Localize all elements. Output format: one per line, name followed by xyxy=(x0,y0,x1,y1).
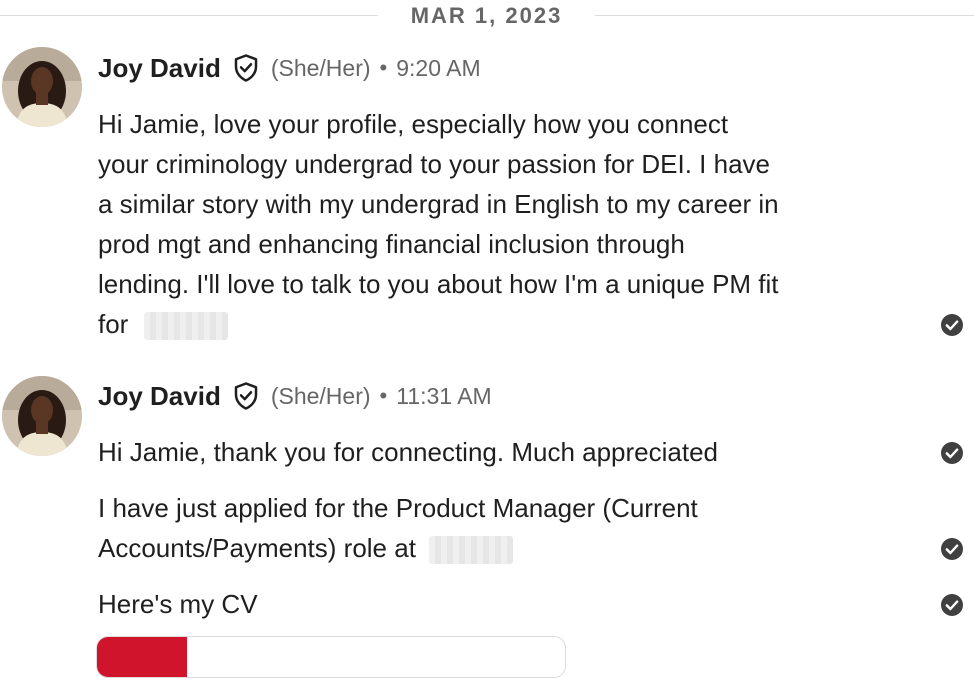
separator-dot: • xyxy=(379,383,388,408)
message-line: your criminology undergrad to your passi… xyxy=(98,149,771,179)
pdf-file-icon xyxy=(97,637,187,677)
date-divider: MAR 1, 2023 xyxy=(0,0,974,32)
message-line-text: for xyxy=(98,309,129,339)
shield-check-icon xyxy=(231,381,261,411)
message-text: Hi Jamie, love your profile, especially … xyxy=(98,104,878,344)
divider-line xyxy=(0,15,378,16)
message-line: prod mgt and enhancing financial inclusi… xyxy=(98,229,685,259)
avatar[interactable] xyxy=(2,376,82,456)
message-line: lending. I'll love to talk to you about … xyxy=(98,269,779,299)
message-text: Here's my CV xyxy=(98,584,878,624)
date-label: MAR 1, 2023 xyxy=(410,3,563,28)
shield-check-icon xyxy=(231,53,261,83)
pronouns: (She/Her) xyxy=(270,54,371,81)
cv-attachment-card[interactable] xyxy=(96,636,566,678)
message-line: a similar story with my undergrad in Eng… xyxy=(98,189,779,219)
message-line: for xyxy=(98,304,878,344)
pronouns: (She/Her) xyxy=(270,382,371,409)
timestamp: 11:31 AM xyxy=(396,382,492,409)
check-circle-icon xyxy=(940,313,964,337)
message-line: Hi Jamie, love your profile, especially … xyxy=(98,109,729,139)
message-header: Joy David (She/Her) • 11:31 AM xyxy=(98,380,492,412)
sender-name[interactable]: Joy David xyxy=(98,53,221,84)
check-circle-icon xyxy=(940,593,964,617)
separator-dot: • xyxy=(379,55,388,80)
message-line-text: Accounts/Payments) role at xyxy=(98,533,416,563)
message-header: Joy David (She/Her) • 9:20 AM xyxy=(98,52,481,84)
timestamp: 9:20 AM xyxy=(396,54,481,81)
message-text: Hi Jamie, thank you for connecting. Much… xyxy=(98,432,878,472)
message-line: Hi Jamie, thank you for connecting. Much… xyxy=(98,437,719,467)
message-line: Accounts/Payments) role at xyxy=(98,528,878,568)
redacted-text xyxy=(429,536,514,565)
redacted-text xyxy=(143,312,228,341)
check-circle-icon xyxy=(940,441,964,465)
message-text: I have just applied for the Product Mana… xyxy=(98,488,878,568)
check-circle-icon xyxy=(940,537,964,561)
divider-line xyxy=(595,15,974,16)
message-line: Here's my CV xyxy=(98,589,258,619)
sender-name[interactable]: Joy David xyxy=(98,381,221,412)
avatar[interactable] xyxy=(2,47,82,127)
message-line: I have just applied for the Product Mana… xyxy=(98,493,698,523)
